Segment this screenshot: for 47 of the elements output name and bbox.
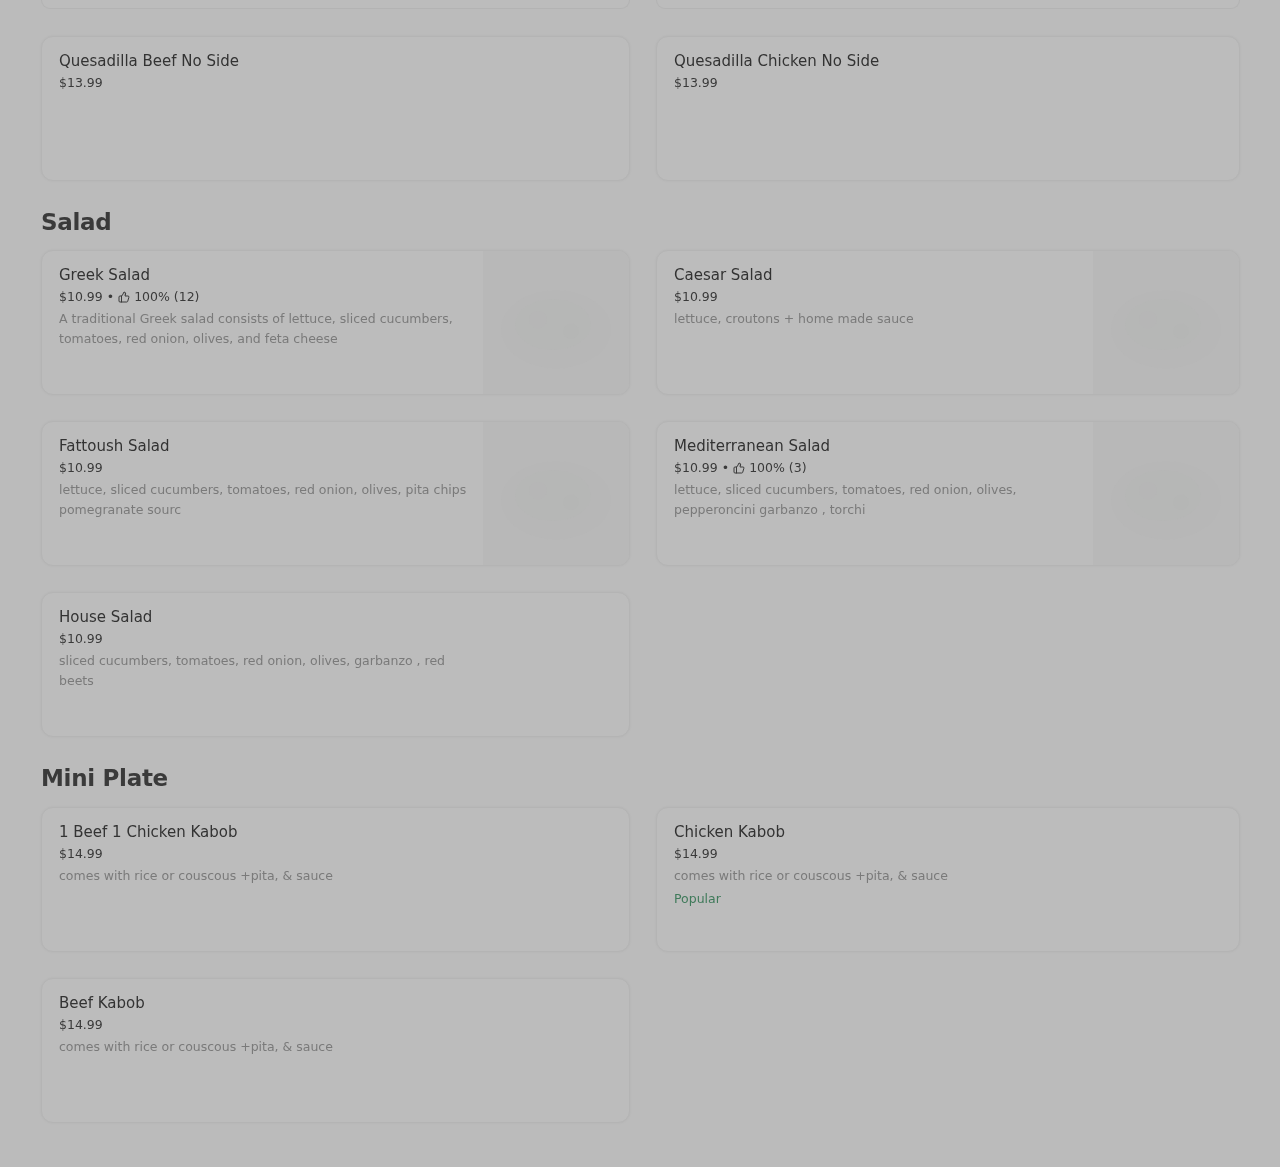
item-price: $10.99: [674, 289, 718, 305]
item-price: $13.99: [674, 75, 718, 90]
separator: •: [106, 289, 115, 305]
item-description: A traditional Greek salad consists of lettuce, sliced cucumbers, tomatoes, red onion, olives, and feta cheese: [59, 310, 454, 349]
item-description: comes with rice or couscous +pita, & sauce: [59, 866, 334, 885]
item-price: $13.99: [59, 75, 103, 90]
item-price: $10.99: [59, 631, 103, 647]
rating: 100% (12): [134, 289, 200, 305]
item-name: Chicken Kabob: [674, 822, 787, 841]
item-name: House Salad: [59, 608, 154, 627]
menu-item-card[interactable]: Caesar Salad $10.99 lettuce, croutons + home made sauce: [656, 250, 1240, 396]
item-description: comes with rice or couscous +pita, & sauce: [59, 1037, 334, 1056]
item-description: lettuce, sliced cucumbers, tomatoes, red onion, olives, pita chips pomegranate sourc: [59, 481, 468, 520]
menu-item-card[interactable]: 1 Beef 1 Chicken Kabob $14.99 comes with rice or couscous +pita, & sauce: [41, 806, 630, 952]
menu-item-card[interactable]: Quesadilla Chicken No Side $13.99: [656, 36, 1240, 181]
menu-item-card[interactable]: Quesadilla Beef No Side $13.99: [41, 36, 630, 181]
item-name: 1 Beef 1 Chicken Kabob: [59, 822, 239, 841]
menu-item-card[interactable]: Greek Salad $10.99 • 100% (12) A traditional Greek salad consists of lettuce, sliced cucumbers, tomatoes, red onion, olives, and feta cheese: [41, 250, 630, 396]
item-price: $10.99: [59, 289, 103, 305]
item-price: $14.99: [674, 845, 718, 861]
item-price: $10.99: [674, 460, 718, 476]
thumbs-up-icon: [733, 461, 746, 474]
item-name: Quesadilla Beef No Side: [59, 52, 240, 70]
popular-label: Popular: [674, 890, 721, 906]
menu-item-card[interactable]: Mediterranean Salad $10.99 • 100% (3) lettuce, sliced cucumbers, tomatoes, red onion, olives, pepperoncini garbanzo , torchi: [656, 421, 1240, 567]
separator: •: [721, 460, 730, 476]
rating: 100% (3): [749, 460, 807, 476]
item-name: Caesar Salad: [674, 266, 774, 285]
menu-item-card[interactable]: House Salad $10.99 sliced cucumbers, tomatoes, red onion, olives, garbanzo , red beets: [41, 592, 630, 738]
menu-item-card[interactable]: Chicken Kabob $14.99 comes with rice or couscous +pita, & sauce Popular: [656, 806, 1240, 952]
item-name: Fattoush Salad: [59, 437, 171, 456]
thumbs-up-icon: [118, 290, 131, 303]
item-price: $14.99: [59, 1016, 103, 1032]
menu-item-card[interactable]: Fattoush Salad $10.99 lettuce, sliced cucumbers, tomatoes, red onion, olives, pita chips pomegranate sourc: [41, 421, 630, 567]
item-price: $14.99: [59, 845, 103, 861]
item-name: Greek Salad: [59, 266, 151, 285]
item-name: Beef Kabob: [59, 993, 146, 1012]
item-description: sliced cucumbers, tomatoes, red onion, olives, garbanzo , red beets: [59, 652, 447, 691]
item-description: lettuce, croutons + home made sauce: [674, 310, 915, 329]
item-price: $10.99: [59, 460, 103, 476]
item-name: Quesadilla Chicken No Side: [674, 52, 881, 70]
item-description: comes with rice or couscous +pita, & sauce: [674, 866, 949, 885]
menu-item-card[interactable]: Beef Kabob $14.99 comes with rice or couscous +pita, & sauce: [41, 977, 630, 1123]
section-heading: Salad: [41, 210, 113, 236]
item-name: Mediterranean Salad: [674, 437, 832, 456]
item-description: lettuce, sliced cucumbers, tomatoes, red onion, olives, pepperoncini garbanzo , torchi: [674, 481, 1018, 520]
section-heading: Mini Plate: [41, 766, 169, 792]
